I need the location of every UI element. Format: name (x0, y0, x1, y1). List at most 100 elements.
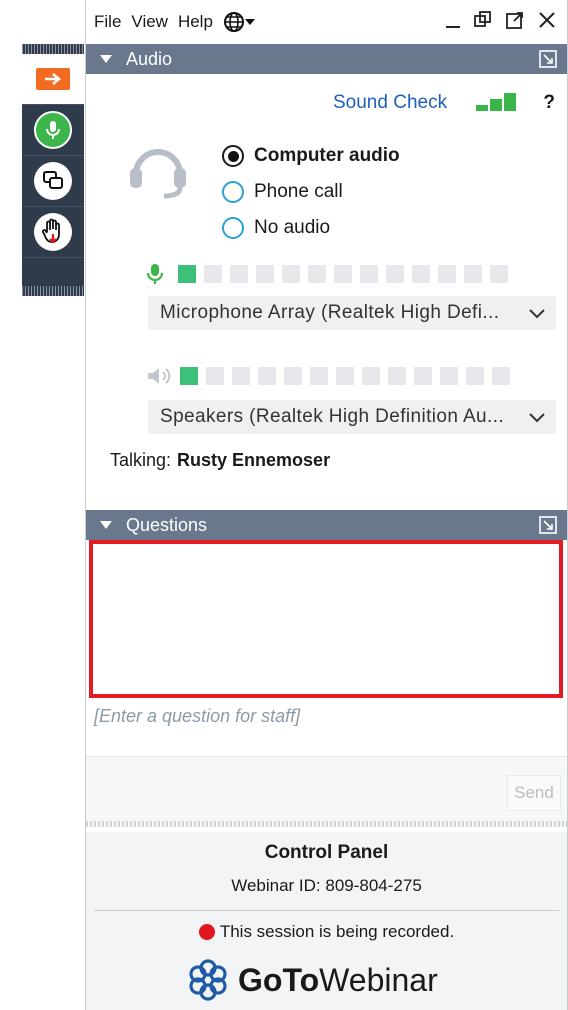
resize-grip[interactable] (86, 821, 567, 827)
microphone-select[interactable]: Microphone Array (Realtek High Defi... (148, 296, 556, 330)
menu-view[interactable]: View (131, 12, 168, 32)
arrow-right-icon (36, 68, 70, 90)
webinar-id: Webinar ID: 809-804-275 (231, 876, 422, 895)
raise-hand-button[interactable] (22, 207, 84, 258)
level-segment (180, 367, 198, 385)
radio-phone-call[interactable]: Phone call (222, 174, 400, 210)
sound-check-link[interactable]: Sound Check (333, 92, 447, 114)
gotowebinar-logo: GoTo Webinar (186, 958, 438, 1002)
brand-webinar: Webinar (319, 961, 438, 998)
questions-title: Questions (126, 514, 208, 535)
toolbar-grip-bottom[interactable] (22, 286, 84, 296)
level-segment (466, 367, 484, 385)
level-segment (282, 265, 300, 283)
radio-button[interactable] (222, 217, 244, 239)
level-segment (256, 265, 274, 283)
globe-icon (223, 12, 244, 32)
mic-level-bars (178, 265, 508, 283)
level-segment (310, 367, 328, 385)
level-segment (360, 265, 378, 283)
undock-icon[interactable] (539, 516, 557, 534)
level-segment (284, 367, 302, 385)
question-input[interactable]: [Enter a question for staff] (94, 706, 300, 727)
level-segment (388, 367, 406, 385)
recording-notice: This session is being recorded. (86, 922, 567, 942)
level-segment (464, 265, 482, 283)
recording-text: This session is being recorded. (219, 922, 455, 941)
radio-label: Phone call (254, 181, 343, 202)
level-segment (178, 265, 196, 283)
language-menu[interactable] (223, 11, 255, 33)
headset-icon (126, 138, 190, 205)
menu-help[interactable]: Help (178, 12, 213, 32)
chevron-down-icon (529, 309, 545, 319)
mute-button[interactable] (22, 105, 84, 156)
menu-bar: File View Help (86, 0, 567, 44)
speaker-level-bars (180, 367, 510, 385)
audio-title: Audio (126, 48, 173, 69)
radio-no-audio[interactable]: No audio (222, 210, 400, 246)
level-segment (232, 367, 250, 385)
level-segment (490, 265, 508, 283)
level-segment (412, 265, 430, 283)
level-segment (362, 367, 380, 385)
hand-icon (34, 213, 72, 251)
minimize-icon[interactable] (445, 10, 461, 30)
microphone-level-meter (146, 262, 508, 286)
collapse-triangle-icon (100, 55, 112, 63)
audio-header[interactable]: Audio (86, 44, 567, 74)
divider (94, 910, 559, 911)
signal-strength-icon (476, 93, 516, 111)
caret-down-icon (244, 19, 255, 25)
questions-log[interactable] (89, 540, 563, 698)
window-controls (445, 10, 557, 30)
speaker-level-meter (146, 366, 510, 386)
radio-label: Computer audio (254, 145, 400, 166)
control-panel-title: Control Panel (264, 842, 389, 863)
radio-button[interactable] (222, 145, 244, 167)
talking-label: Talking: (110, 450, 172, 470)
level-segment (204, 265, 222, 283)
level-segment (334, 265, 352, 283)
send-button[interactable]: Send (507, 775, 561, 811)
radio-button[interactable] (222, 181, 244, 203)
level-segment (336, 367, 354, 385)
panel-footer: Control Panel Webinar ID: 809-804-275 Th… (86, 832, 567, 1010)
audio-mode-group: Computer audio Phone call No audio (222, 138, 400, 246)
collapse-triangle-icon (100, 521, 112, 529)
microphone-value: Microphone Array (Realtek High Defi... (160, 302, 500, 323)
radio-label: No audio (254, 217, 331, 238)
level-segment (414, 367, 432, 385)
level-segment (440, 367, 458, 385)
speaker-icon (148, 368, 171, 384)
speakers-value: Speakers (Realtek High Definition Au... (160, 406, 505, 427)
side-toolbar (22, 44, 84, 296)
level-segment (258, 367, 276, 385)
gotowebinar-flower-icon (189, 959, 227, 1001)
microphone-icon (146, 264, 164, 284)
level-segment (386, 265, 404, 283)
toolbar-grip[interactable] (22, 44, 84, 54)
speakers-select[interactable]: Speakers (Realtek High Definition Au... (148, 400, 556, 434)
level-segment (230, 265, 248, 283)
level-segment (308, 265, 326, 283)
audio-help-button[interactable]: ? (543, 92, 555, 114)
question-compose-area[interactable]: Send (86, 756, 567, 827)
talking-indicator: Talking: Rusty Ennemoser (110, 450, 330, 471)
close-icon[interactable] (537, 10, 557, 30)
screen-view-button[interactable] (22, 156, 84, 207)
brand-goto: GoTo (238, 961, 320, 998)
chevron-down-icon (529, 413, 545, 423)
restore-icon[interactable] (473, 10, 493, 30)
questions-header[interactable]: Questions (86, 510, 567, 540)
menu-file[interactable]: File (94, 12, 121, 32)
popout-icon[interactable] (505, 10, 525, 30)
radio-computer-audio[interactable]: Computer audio (222, 138, 400, 174)
level-segment (206, 367, 224, 385)
questions-section: Questions (86, 510, 567, 540)
undock-icon[interactable] (539, 50, 557, 68)
collapse-panel-button[interactable] (22, 54, 84, 105)
level-segment (438, 265, 456, 283)
microphone-icon (34, 111, 72, 149)
windows-icon (34, 162, 72, 200)
